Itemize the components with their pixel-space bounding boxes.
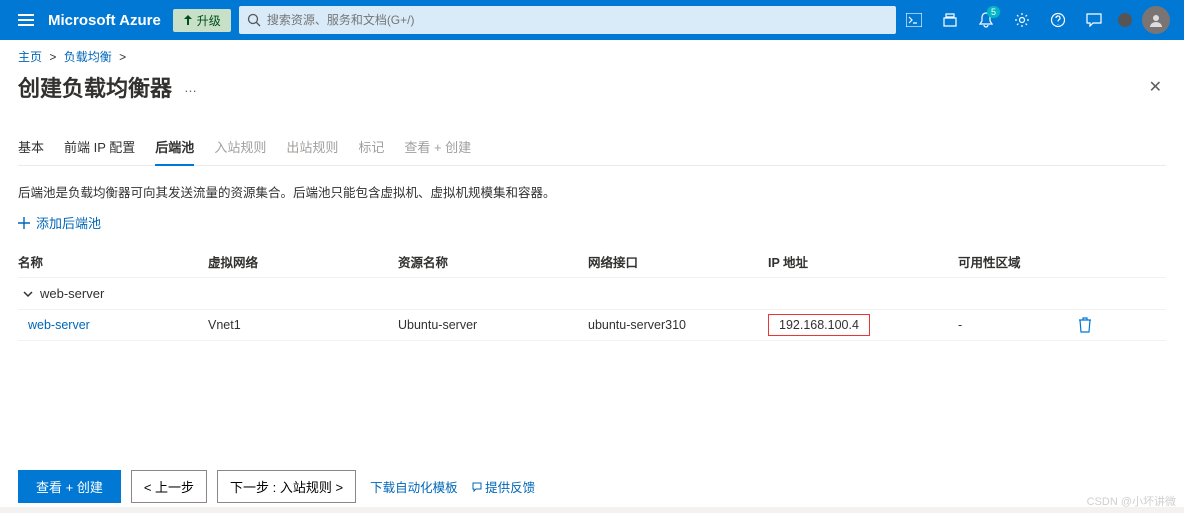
notifications-icon[interactable]: 5 — [968, 0, 1004, 40]
account-button[interactable] — [1112, 0, 1176, 40]
feedback-icon[interactable] — [1076, 0, 1112, 40]
notification-badge: 5 — [987, 6, 1000, 18]
chevron-right-icon: > — [119, 50, 126, 64]
row-name-link[interactable]: web-server — [18, 318, 208, 332]
row-nic: ubuntu-server310 — [588, 318, 768, 332]
tab-outbound-rules[interactable]: 出站规则 — [286, 129, 338, 165]
search-field[interactable] — [267, 13, 888, 27]
row-vnet: Vnet1 — [208, 318, 398, 332]
table-row: web-server Vnet1 Ubuntu-server ubuntu-se… — [18, 310, 1166, 341]
feedback-link[interactable]: 提供反馈 — [472, 477, 536, 496]
next-button[interactable]: 下一步 : 入站规则 > — [217, 470, 356, 503]
upgrade-button[interactable]: 升级 — [173, 9, 231, 32]
group-name: web-server — [40, 286, 104, 301]
chevron-right-icon: > — [49, 50, 56, 64]
tenant-icon — [1118, 13, 1132, 27]
more-icon[interactable]: … — [184, 80, 197, 95]
search-input[interactable] — [239, 6, 896, 34]
menu-icon[interactable] — [8, 14, 44, 26]
feedback-small-icon — [472, 482, 482, 492]
directory-icon[interactable] — [932, 0, 968, 40]
row-zone: - — [958, 318, 1078, 332]
search-icon — [247, 13, 261, 27]
upgrade-label: 升级 — [197, 12, 221, 29]
feedback-label: 提供反馈 — [485, 481, 535, 495]
col-nic: 网络接口 — [588, 252, 768, 271]
tabs: 基本 前端 IP 配置 后端池 入站规则 出站规则 标记 查看 + 创建 — [18, 129, 1166, 166]
help-icon[interactable] — [1040, 0, 1076, 40]
tab-inbound-rules[interactable]: 入站规则 — [214, 129, 266, 165]
col-vnet: 虚拟网络 — [208, 252, 398, 271]
table-header: 名称 虚拟网络 资源名称 网络接口 IP 地址 可用性区域 — [18, 246, 1166, 278]
row-ip: 192.168.100.4 — [768, 314, 870, 336]
toolbar-icons: 5 — [896, 0, 1176, 40]
close-icon[interactable]: ✕ — [1145, 73, 1166, 101]
review-create-button[interactable]: 查看 + 创建 — [18, 470, 121, 503]
breadcrumb: 主页 > 负载均衡 > — [0, 40, 1184, 69]
add-backend-pool-button[interactable]: 添加后端池 — [18, 213, 1166, 232]
page-header: 创建负载均衡器 … ✕ — [0, 69, 1184, 113]
top-bar: Microsoft Azure 升级 5 — [0, 0, 1184, 40]
description-text: 后端池是负载均衡器可向其发送流量的资源集合。后端池只能包含虚拟机、虚拟机规模集和… — [18, 182, 1166, 201]
arrow-up-icon — [183, 15, 193, 25]
tab-backend-pool[interactable]: 后端池 — [155, 129, 194, 166]
tab-tags[interactable]: 标记 — [358, 129, 384, 165]
brand-label: Microsoft Azure — [48, 12, 161, 29]
col-resource: 资源名称 — [398, 252, 588, 271]
horizontal-scrollbar[interactable] — [0, 507, 1184, 513]
chevron-down-icon — [22, 288, 34, 300]
breadcrumb-home[interactable]: 主页 — [18, 50, 42, 64]
previous-button[interactable]: < 上一步 — [131, 470, 207, 503]
content: 基本 前端 IP 配置 后端池 入站规则 出站规则 标记 查看 + 创建 后端池… — [0, 129, 1184, 341]
avatar — [1142, 6, 1170, 34]
col-ip: IP 地址 — [768, 252, 958, 271]
settings-icon[interactable] — [1004, 0, 1040, 40]
tab-review-create[interactable]: 查看 + 创建 — [404, 129, 471, 165]
row-resource: Ubuntu-server — [398, 318, 588, 332]
cloud-shell-icon[interactable] — [896, 0, 932, 40]
plus-icon — [18, 217, 30, 229]
breadcrumb-parent[interactable]: 负载均衡 — [64, 50, 112, 64]
group-row[interactable]: web-server — [18, 278, 1166, 310]
tab-frontend-ip[interactable]: 前端 IP 配置 — [64, 129, 135, 165]
footer: 查看 + 创建 < 上一步 下一步 : 入站规则 > 下载自动化模板 提供反馈 — [18, 470, 1166, 503]
backend-pool-table: 名称 虚拟网络 资源名称 网络接口 IP 地址 可用性区域 web-server… — [18, 246, 1166, 341]
download-template-link[interactable]: 下载自动化模板 — [370, 477, 458, 496]
add-label: 添加后端池 — [36, 213, 101, 232]
page-title: 创建负载均衡器 — [18, 71, 172, 103]
col-zone: 可用性区域 — [958, 252, 1078, 271]
delete-button[interactable] — [1078, 317, 1118, 333]
tab-basic[interactable]: 基本 — [18, 129, 44, 165]
col-name: 名称 — [18, 252, 208, 271]
